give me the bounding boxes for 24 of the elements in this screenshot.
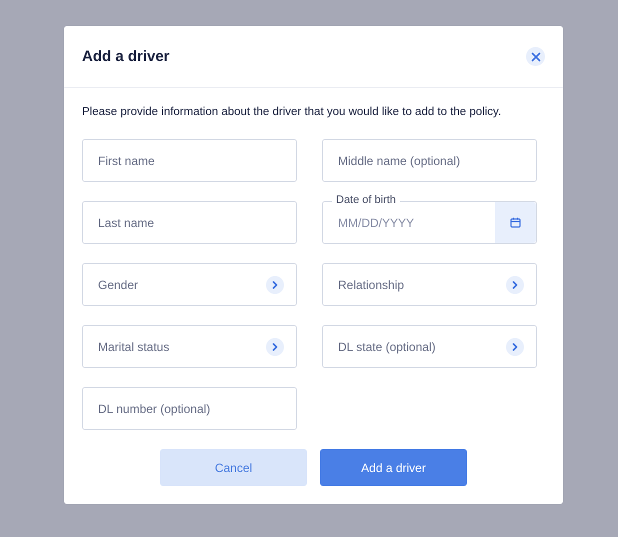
select-placeholder: Marital status — [98, 340, 170, 354]
select-placeholder: DL state (optional) — [338, 340, 436, 354]
select-field[interactable]: Gender — [82, 263, 297, 306]
submit-button[interactable]: Add a driver — [320, 449, 467, 486]
calendar-button[interactable] — [495, 202, 536, 243]
chevron-icon — [266, 276, 284, 294]
select-field[interactable]: Marital status — [82, 325, 297, 368]
text-field[interactable]: Last name — [82, 201, 297, 244]
chevron-icon — [266, 338, 284, 356]
close-button[interactable] — [526, 47, 545, 66]
text-field[interactable]: Middle name (optional) — [322, 139, 537, 182]
chevron-icon — [506, 338, 524, 356]
select-placeholder: Gender — [98, 278, 138, 292]
dialog-title: Add a driver — [82, 48, 170, 65]
select-placeholder: Relationship — [338, 278, 404, 292]
intro-text: Please provide information about the driver that you would like to add to the policy. — [82, 106, 502, 118]
cancel-button[interactable]: Cancel — [160, 449, 307, 486]
close-icon — [530, 52, 540, 62]
select-field[interactable]: DL state (optional) — [322, 325, 537, 368]
text-field[interactable]: First name — [82, 139, 297, 182]
calendar-icon — [510, 217, 521, 228]
chevron-icon — [506, 276, 524, 294]
text-field[interactable]: DL number (optional) — [82, 387, 297, 430]
select-field[interactable]: Relationship — [322, 263, 537, 306]
